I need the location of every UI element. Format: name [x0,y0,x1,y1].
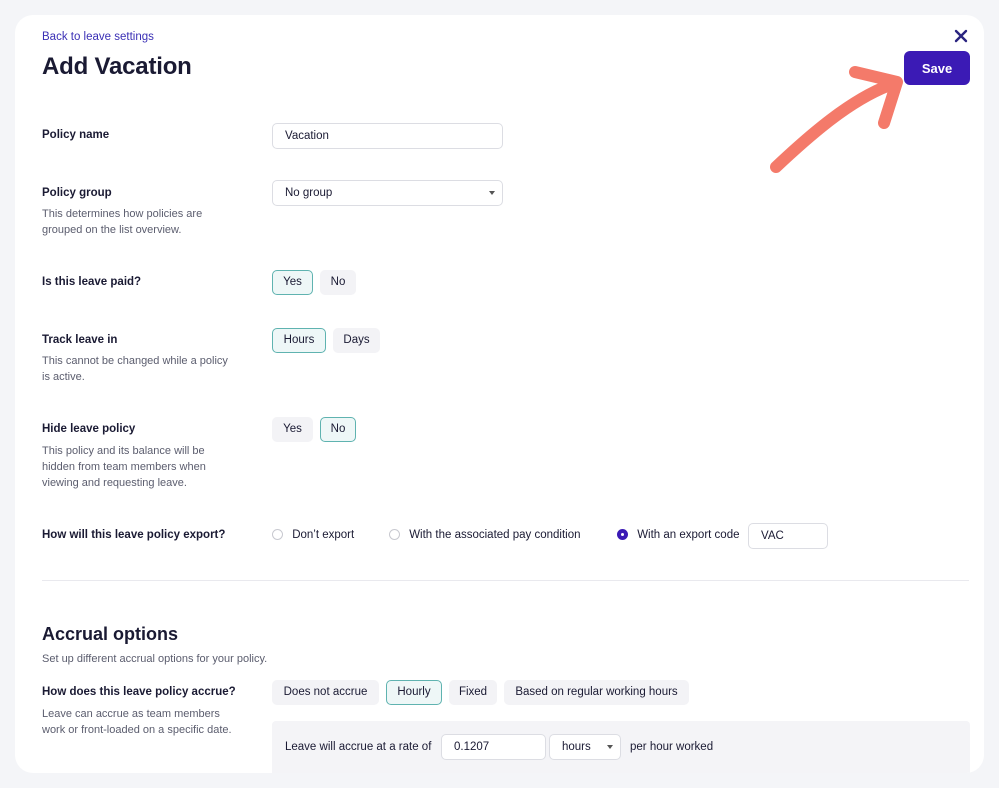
export-option-none[interactable]: Don’t export [272,529,354,541]
hide-no-option[interactable]: No [320,417,356,442]
hide-label: Hide leave policy [42,423,136,435]
export-option-pay-condition[interactable]: With the associated pay condition [389,529,581,541]
accrual-rate-input[interactable]: 0.1207 [441,734,546,760]
track-hours-option[interactable]: Hours [272,328,326,353]
accrual-does-not-accrue-option[interactable]: Does not accrue [272,680,379,705]
paid-yes-option[interactable]: Yes [272,270,313,295]
accrual-hourly-option[interactable]: Hourly [386,680,442,705]
policy-group-label: Policy group [42,187,112,199]
export-label: How will this leave policy export? [42,529,226,541]
chevron-down-icon [489,191,495,195]
accrual-method-description: Leave can accrue as team members work or… [42,708,232,736]
hide-yes-option[interactable]: Yes [272,417,313,442]
modal-card: Back to leave settings Add Vacation Save… [15,15,984,773]
policy-group-select[interactable]: No group [272,180,503,206]
track-days-option[interactable]: Days [333,328,380,353]
radio-label: With an export code [637,529,740,541]
accrual-rate-prefix: Leave will accrue at a rate of [285,741,432,753]
hide-description: This policy and its balance will be hidd… [42,445,206,489]
radio-export-code[interactable] [617,529,628,541]
paid-label: Is this leave paid? [42,276,142,288]
accrual-fixed-option[interactable]: Fixed [449,680,497,705]
policy-name-label: Policy name [42,129,110,141]
accrual-unit-value: hours [562,741,591,753]
accrual-rate-suffix: per hour worked [630,741,714,753]
policy-group-description: This determines how policies are grouped… [42,208,203,236]
accrual-method-label: How does this leave policy accrue? [42,686,236,698]
track-description: This cannot be changed while a policy is… [42,355,228,383]
save-button[interactable]: Save [904,51,970,85]
track-label: Track leave in [42,334,118,346]
accrual-regular-hours-option[interactable]: Based on regular working hours [504,680,689,705]
radio-label: Don’t export [292,529,355,541]
curved-arrow-icon [770,66,903,173]
accrual-section-subtitle: Set up different accrual options for you… [42,653,268,665]
back-link[interactable]: Back to leave settings [42,31,154,43]
paid-no-option[interactable]: No [320,270,356,295]
close-icon[interactable] [952,27,970,45]
policy-group-value: No group [285,187,333,199]
radio-dont-export[interactable] [272,529,283,541]
export-code-input[interactable]: VAC [748,523,828,549]
radio-label: With the associated pay condition [409,529,581,541]
radio-pay-condition[interactable] [389,529,400,541]
page-title: Add Vacation [42,53,192,80]
export-option-code[interactable]: With an export code [617,529,739,541]
accrual-section-title: Accrual options [42,624,179,644]
accrual-unit-select[interactable]: hours [549,734,621,760]
policy-name-input[interactable]: Vacation [272,123,503,149]
chevron-down-icon [607,745,613,749]
section-divider [42,580,969,581]
